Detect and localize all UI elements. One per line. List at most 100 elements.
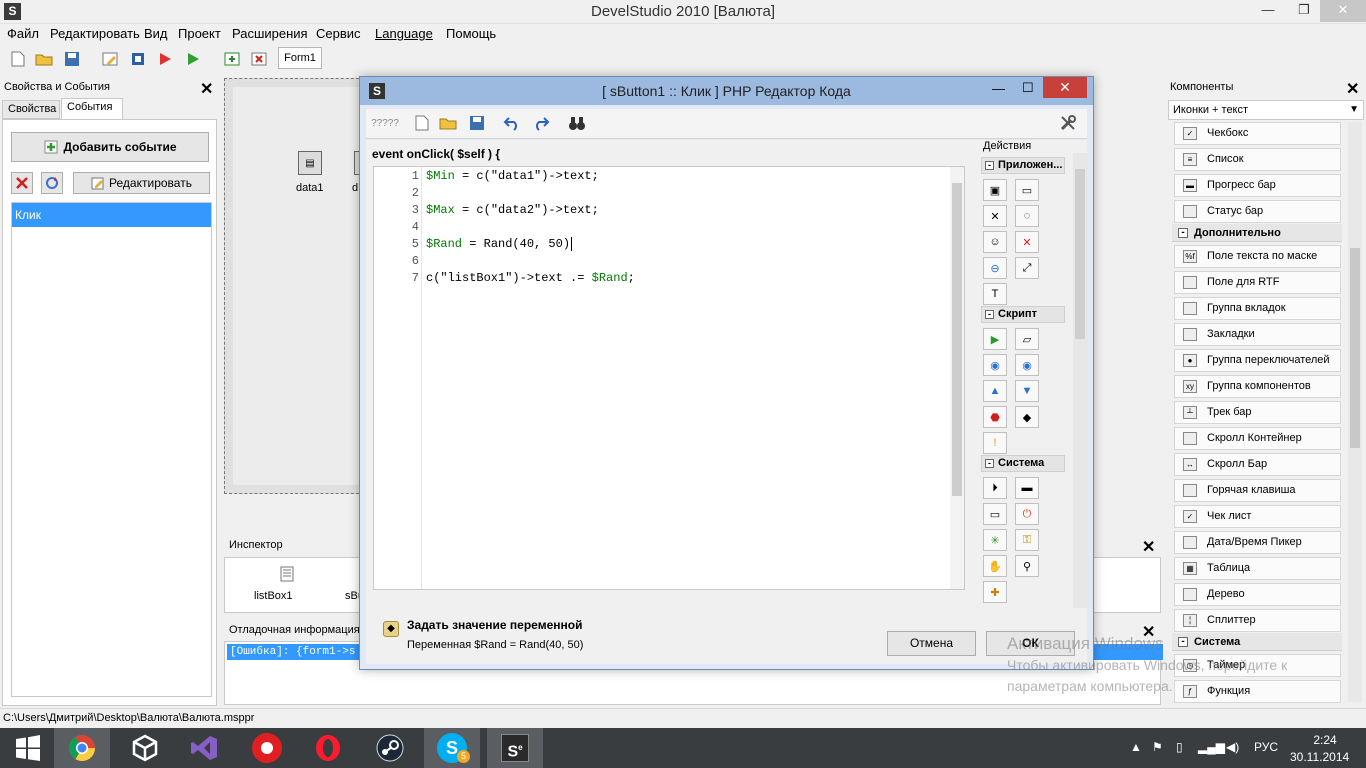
component-tree[interactable]: Дерево bbox=[1174, 583, 1341, 606]
redo-icon[interactable] bbox=[531, 113, 551, 133]
taskbar-opera[interactable] bbox=[300, 728, 356, 768]
group-system[interactable]: - Система bbox=[981, 455, 1065, 472]
inspector-item[interactable]: listBox1 bbox=[254, 590, 293, 602]
language-indicator[interactable]: РУС bbox=[1254, 740, 1278, 754]
close-icon[interactable]: ✕ bbox=[200, 79, 213, 99]
volume-icon[interactable]: ◀) bbox=[1226, 740, 1239, 754]
group-application[interactable]: - Приложен... bbox=[981, 157, 1065, 174]
key-icon[interactable]: ⚿ bbox=[1015, 529, 1039, 551]
close-button[interactable]: ✕ bbox=[1043, 77, 1087, 98]
remove-form-icon[interactable] bbox=[249, 49, 269, 69]
component-group[interactable]: xy Группа компонентов bbox=[1174, 375, 1341, 398]
taskbar-develstudio[interactable]: Se bbox=[487, 728, 543, 768]
add-form-icon[interactable] bbox=[222, 49, 242, 69]
maximize-button[interactable]: ☐ bbox=[1022, 80, 1034, 96]
tab-properties[interactable]: Свойства bbox=[2, 100, 60, 119]
binoculars-icon[interactable] bbox=[567, 113, 587, 133]
stop-icon[interactable] bbox=[128, 49, 148, 69]
tab-form1[interactable]: Form1 bbox=[278, 47, 322, 69]
listbox-icon[interactable] bbox=[279, 566, 295, 582]
component-splitter[interactable]: ╎ Сплиттер bbox=[1174, 609, 1341, 632]
component-rtf[interactable]: Поле для RTF bbox=[1174, 271, 1341, 294]
component-radio-group[interactable]: ● Группа переключателей bbox=[1174, 349, 1341, 372]
search-icon[interactable]: ⚲ bbox=[1015, 555, 1039, 577]
component-progress[interactable]: ▬ Прогресс бар bbox=[1174, 174, 1341, 197]
save-icon[interactable] bbox=[467, 113, 487, 133]
form-close-icon[interactable]: ✕ bbox=[983, 205, 1007, 227]
variable-icon[interactable]: ◆ bbox=[1015, 406, 1039, 428]
taskbar-steam[interactable] bbox=[362, 728, 418, 768]
component-trackbar[interactable]: ┴ Трек бар bbox=[1174, 401, 1341, 424]
add-event-button[interactable]: Добавить событие bbox=[11, 132, 209, 162]
globe-link-icon[interactable]: ◉ bbox=[1015, 354, 1039, 376]
arrow-down-icon[interactable]: ▼ bbox=[1015, 380, 1039, 402]
signal-icon[interactable]: ▂▄▆ bbox=[1198, 740, 1225, 754]
close-icon[interactable]: ✕ bbox=[1142, 537, 1155, 557]
component-bookmarks[interactable]: Закладки bbox=[1174, 323, 1341, 346]
start-button[interactable] bbox=[0, 728, 56, 768]
code-editor[interactable]: 1 $Min = c("data1")->text; 2 3 $Max = c(… bbox=[373, 166, 965, 590]
stop-icon[interactable]: ⬣ bbox=[983, 406, 1007, 428]
component-datetime[interactable]: Дата/Время Пикер bbox=[1174, 531, 1341, 554]
eraser-icon[interactable]: ▱ bbox=[1015, 328, 1039, 350]
maximize-button[interactable]: ❐ bbox=[1288, 0, 1320, 22]
arrow-up-icon[interactable]: ▲ bbox=[983, 380, 1007, 402]
group-script[interactable]: - Скрипт bbox=[981, 306, 1065, 323]
code-line[interactable]: $Min = c("data1")->text; bbox=[426, 168, 599, 185]
minimize-icon[interactable]: ⊖ bbox=[983, 257, 1007, 279]
close-icon[interactable]: ✕ bbox=[1015, 231, 1039, 253]
minimize-button[interactable]: — bbox=[1248, 0, 1288, 22]
taskbar-record[interactable] bbox=[239, 728, 295, 768]
save-icon[interactable] bbox=[62, 49, 82, 69]
clock-date[interactable]: 30.11.2014 bbox=[1290, 750, 1349, 764]
component-function[interactable]: ƒ Функция bbox=[1174, 680, 1341, 703]
component-checkbox[interactable]: ✓ Чекбокс bbox=[1174, 122, 1341, 145]
menu-extensions[interactable]: Расширения bbox=[232, 26, 308, 41]
edit-form-icon[interactable] bbox=[100, 49, 120, 69]
tab-events[interactable]: События bbox=[61, 98, 123, 120]
form-show-icon[interactable]: ▣ bbox=[983, 179, 1007, 201]
hand-icon[interactable]: ✋ bbox=[983, 555, 1007, 577]
group-system[interactable]: - Система bbox=[1172, 633, 1342, 651]
component-checklist[interactable]: ✓ Чек лист bbox=[1174, 505, 1341, 528]
globe-icon[interactable]: ◉ bbox=[983, 354, 1007, 376]
play-circle-icon[interactable]: ⏵ bbox=[983, 477, 1007, 499]
delete-event-button[interactable] bbox=[11, 172, 33, 194]
tools-icon[interactable] bbox=[1058, 113, 1078, 133]
lightbulb-icon[interactable]: ◌ bbox=[1015, 205, 1039, 227]
window-icon[interactable]: ▭ bbox=[1015, 179, 1039, 201]
console-icon[interactable]: ▬ bbox=[1015, 477, 1039, 499]
run-green-icon[interactable] bbox=[183, 49, 203, 69]
scroll-thumb[interactable] bbox=[952, 183, 962, 496]
data-component-icon[interactable]: ▤ bbox=[298, 151, 322, 175]
clock-time[interactable]: 2:24 bbox=[1306, 733, 1344, 747]
component-statusbar[interactable]: Статус бар bbox=[1174, 200, 1341, 223]
taskbar-chrome[interactable] bbox=[54, 728, 110, 768]
menu-help[interactable]: Помощь bbox=[446, 26, 496, 41]
component-scrollbar[interactable]: ↔ Скролл Бар bbox=[1174, 453, 1341, 476]
actions-scrollbar[interactable] bbox=[1073, 153, 1087, 608]
new-file-icon[interactable] bbox=[8, 49, 28, 69]
form-canvas[interactable]: ▤ data1 ▤ d bbox=[233, 87, 378, 485]
component-scroll-container[interactable]: Скролл Контейнер bbox=[1174, 427, 1341, 450]
cancel-button[interactable]: Отмена bbox=[887, 631, 976, 656]
open-folder-icon[interactable] bbox=[34, 49, 54, 69]
play-icon[interactable]: ▶ bbox=[983, 328, 1007, 350]
view-mode-select[interactable]: Иконки + текст ▼ bbox=[1168, 100, 1364, 120]
components-scrollbar[interactable] bbox=[1348, 122, 1362, 702]
taskbar-skype[interactable]: S 5 bbox=[424, 728, 480, 768]
menu-file[interactable]: Файл bbox=[7, 26, 39, 41]
monitor-icon[interactable]: ▭ bbox=[983, 503, 1007, 525]
scroll-thumb[interactable] bbox=[1350, 248, 1360, 448]
chevron-up-icon[interactable]: ▲ bbox=[1130, 740, 1142, 754]
event-item-click[interactable]: Клик bbox=[12, 203, 211, 227]
code-scrollbar[interactable] bbox=[950, 167, 964, 589]
menu-view[interactable]: Вид bbox=[144, 26, 168, 41]
scroll-thumb[interactable] bbox=[1075, 169, 1085, 339]
component-masked-edit[interactable]: %f Поле текста по маске bbox=[1174, 245, 1341, 268]
flag-icon[interactable]: ⚑ bbox=[1152, 740, 1163, 754]
close-icon[interactable]: ✕ bbox=[1346, 79, 1359, 99]
text-icon[interactable]: T bbox=[983, 283, 1007, 305]
undo-icon[interactable] bbox=[502, 113, 522, 133]
group-additional[interactable]: - Дополнительно bbox=[1172, 224, 1342, 242]
